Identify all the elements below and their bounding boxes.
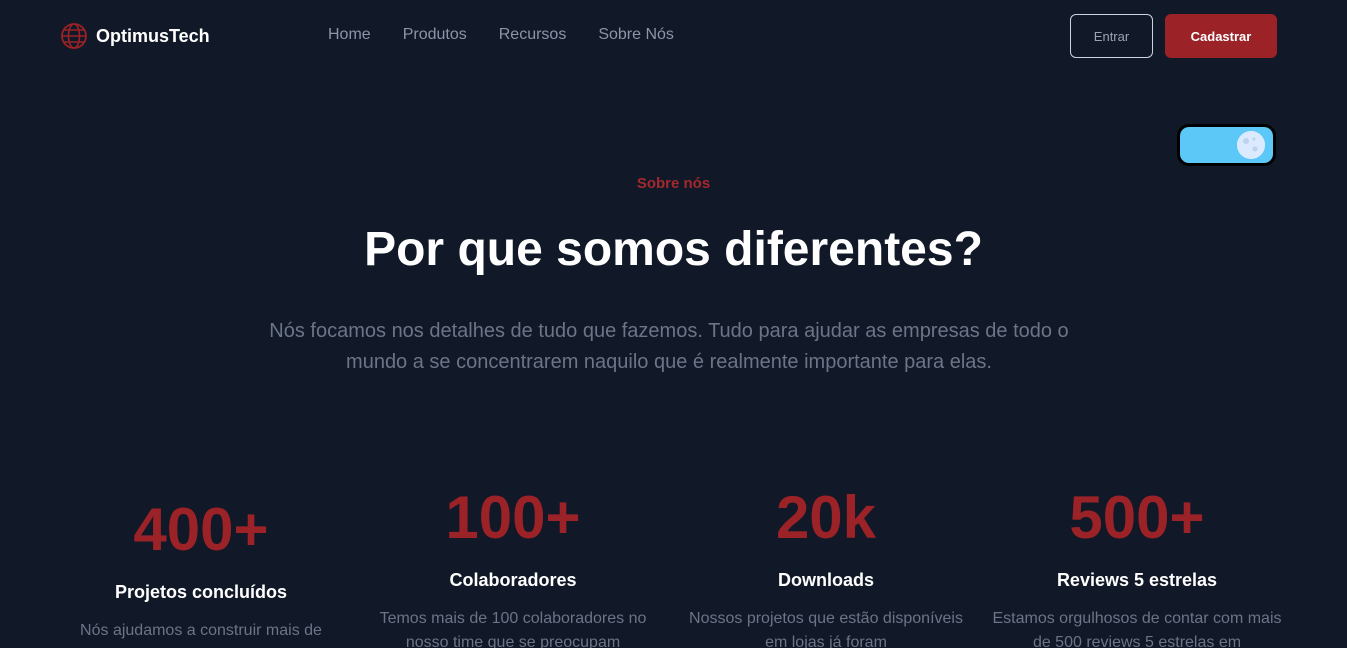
stat-card-collaborators: 100+ Colaboradores Temos mais de 100 col… <box>363 488 663 648</box>
stat-value: 20k <box>775 484 877 551</box>
signup-button[interactable]: Cadastrar <box>1165 14 1277 58</box>
stat-value: 500+ <box>1069 484 1205 551</box>
stat-description: Estamos orgulhosos de contar com mais de… <box>992 610 1282 648</box>
nav-home[interactable]: Home <box>328 26 371 44</box>
theme-toggle[interactable] <box>1177 124 1276 166</box>
brand-logo[interactable]: OptimusTech <box>60 22 210 50</box>
nav-sobre-nos[interactable]: Sobre Nós <box>598 26 674 44</box>
nav-recursos[interactable]: Recursos <box>499 26 567 44</box>
main-nav: Home Produtos Recursos Sobre Nós <box>328 26 674 44</box>
login-button[interactable]: Entrar <box>1070 14 1153 58</box>
brand-name: OptimusTech <box>96 25 210 46</box>
stat-label: Reviews 5 estrelas <box>1056 570 1218 590</box>
stat-description: Temos mais de 100 colaboradores no nosso… <box>379 610 647 648</box>
stat-card-reviews: 500+ Reviews 5 estrelas Estamos orgulhos… <box>987 488 1287 648</box>
stat-label: Downloads <box>777 570 874 590</box>
stat-label: Colaboradores <box>449 570 577 590</box>
page: OptimusTech Home Produtos Recursos Sobre… <box>0 0 1347 648</box>
stat-value: 100+ <box>445 484 581 551</box>
moon-icon <box>1237 131 1265 159</box>
stat-label: Projetos concluídos <box>114 582 288 602</box>
site-header: OptimusTech Home Produtos Recursos Sobre… <box>0 0 1347 72</box>
section-title: Por que somos diferentes? <box>364 223 983 276</box>
globe-icon <box>60 22 88 50</box>
section-eyebrow: Sobre nós <box>636 175 711 192</box>
stat-card-projects: 400+ Projetos concluídos Nós ajudamos a … <box>51 500 351 643</box>
stat-card-downloads: 20k Downloads Nossos projetos que estão … <box>676 488 976 648</box>
stat-description: Nós ajudamos a construir mais de <box>80 622 322 639</box>
stat-description: Nossos projetos que estão disponíveis em… <box>689 610 963 648</box>
nav-produtos[interactable]: Produtos <box>403 26 467 44</box>
stat-value: 400+ <box>133 496 269 563</box>
section-subtitle: Nós focamos nos detalhes de tudo que faz… <box>269 320 1069 373</box>
